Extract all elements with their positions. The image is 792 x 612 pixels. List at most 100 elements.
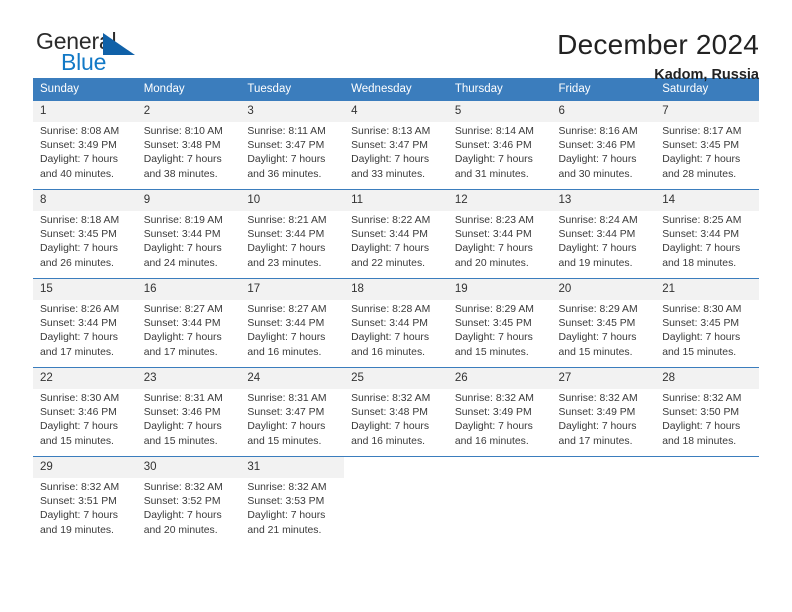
sunset-text: Sunset: 3:44 PM [143, 318, 221, 330]
sunset-text: Sunset: 3:44 PM [558, 229, 636, 241]
weekday-header-sunday: Sunday [33, 78, 137, 101]
day-details: Sunrise: 8:32 AM Sunset: 3:51 PM Dayligh… [33, 478, 137, 538]
calendar-day-cell[interactable]: 16 Sunrise: 8:27 AM Sunset: 3:44 PM Dayl… [136, 278, 241, 368]
day-details: Sunrise: 8:32 AM Sunset: 3:53 PM Dayligh… [240, 478, 344, 538]
daylight-text-line1: Daylight: 7 hours [143, 332, 222, 344]
daylight-text-line2: and 17 minutes. [558, 435, 633, 447]
calendar-day-cell[interactable]: 3 Sunrise: 8:11 AM Sunset: 3:47 PM Dayli… [240, 101, 345, 190]
calendar-day-cell[interactable]: 10 Sunrise: 8:21 AM Sunset: 3:44 PM Dayl… [240, 189, 345, 279]
calendar-day-cell[interactable]: 2 Sunrise: 8:10 AM Sunset: 3:48 PM Dayli… [136, 101, 241, 190]
daylight-text-line1: Daylight: 7 hours [247, 154, 326, 166]
daylight-text-line2: and 36 minutes. [247, 168, 322, 180]
daylight-text-line2: and 18 minutes. [662, 435, 737, 447]
daylight-text-line2: and 15 minutes. [454, 346, 529, 358]
day-details: Sunrise: 8:21 AM Sunset: 3:44 PM Dayligh… [240, 211, 344, 271]
sunrise-text: Sunrise: 8:32 AM [40, 482, 120, 493]
calendar-page: General Blue December 2024 Kadom, Russia… [0, 0, 792, 612]
sunset-text: Sunset: 3:46 PM [40, 407, 117, 419]
daylight-text-line2: and 23 minutes. [247, 257, 322, 269]
sunset-text: Sunset: 3:47 PM [247, 407, 325, 419]
calendar-day-cell[interactable]: 14 Sunrise: 8:25 AM Sunset: 3:44 PM Dayl… [655, 189, 759, 279]
day-details: Sunrise: 8:24 AM Sunset: 3:44 PM Dayligh… [552, 211, 656, 271]
day-number: 8 [33, 190, 137, 211]
sunset-text: Sunset: 3:51 PM [40, 496, 117, 508]
day-details: Sunrise: 8:28 AM Sunset: 3:44 PM Dayligh… [344, 300, 448, 360]
sunrise-text: Sunrise: 8:18 AM [40, 215, 120, 226]
calendar-day-cell[interactable]: 7 Sunrise: 8:17 AM Sunset: 3:45 PM Dayli… [655, 101, 759, 190]
daylight-text-line1: Daylight: 7 hours [40, 421, 118, 433]
calendar-day-cell[interactable]: 6 Sunrise: 8:16 AM Sunset: 3:46 PM Dayli… [551, 101, 656, 190]
daylight-text-line1: Daylight: 7 hours [662, 243, 741, 255]
calendar-day-cell[interactable]: 19 Sunrise: 8:29 AM Sunset: 3:45 PM Dayl… [447, 278, 552, 368]
day-number: 25 [344, 368, 448, 389]
sunrise-text: Sunrise: 8:32 AM [558, 393, 638, 404]
calendar-day-cell[interactable]: 25 Sunrise: 8:32 AM Sunset: 3:48 PM Dayl… [344, 367, 448, 457]
calendar-day-cell[interactable]: 22 Sunrise: 8:30 AM Sunset: 3:46 PM Dayl… [33, 367, 137, 457]
day-details: Sunrise: 8:17 AM Sunset: 3:45 PM Dayligh… [655, 122, 759, 182]
sunrise-text: Sunrise: 8:27 AM [247, 304, 327, 315]
calendar-day-cell[interactable]: 12 Sunrise: 8:23 AM Sunset: 3:44 PM Dayl… [447, 189, 552, 279]
sunrise-text: Sunrise: 8:26 AM [40, 304, 120, 315]
calendar-day-cell[interactable]: 23 Sunrise: 8:31 AM Sunset: 3:46 PM Dayl… [136, 367, 241, 457]
daylight-text-line1: Daylight: 7 hours [247, 243, 326, 255]
calendar-day-cell[interactable]: 11 Sunrise: 8:22 AM Sunset: 3:44 PM Dayl… [344, 189, 448, 279]
calendar-day-cell[interactable]: 21 Sunrise: 8:30 AM Sunset: 3:45 PM Dayl… [655, 278, 759, 368]
brand-logo[interactable]: General Blue [33, 28, 183, 80]
daylight-text-line2: and 15 minutes. [143, 435, 218, 447]
day-details: Sunrise: 8:32 AM Sunset: 3:49 PM Dayligh… [448, 389, 552, 449]
sunset-text: Sunset: 3:44 PM [143, 229, 221, 241]
daylight-text-line1: Daylight: 7 hours [143, 421, 222, 433]
calendar-day-cell[interactable]: 27 Sunrise: 8:32 AM Sunset: 3:49 PM Dayl… [551, 367, 656, 457]
day-details: Sunrise: 8:18 AM Sunset: 3:45 PM Dayligh… [33, 211, 137, 271]
sunrise-text: Sunrise: 8:14 AM [454, 126, 534, 137]
calendar-day-cell[interactable]: 15 Sunrise: 8:26 AM Sunset: 3:44 PM Dayl… [33, 278, 137, 368]
calendar-day-cell[interactable]: 17 Sunrise: 8:27 AM Sunset: 3:44 PM Dayl… [240, 278, 345, 368]
day-details: Sunrise: 8:29 AM Sunset: 3:45 PM Dayligh… [448, 300, 552, 360]
calendar-day-cell[interactable]: 31 Sunrise: 8:32 AM Sunset: 3:53 PM Dayl… [240, 456, 345, 545]
sunrise-text: Sunrise: 8:32 AM [351, 393, 431, 404]
sunset-text: Sunset: 3:45 PM [40, 229, 117, 241]
daylight-text-line2: and 40 minutes. [40, 168, 114, 180]
calendar-day-cell[interactable]: 24 Sunrise: 8:31 AM Sunset: 3:47 PM Dayl… [240, 367, 345, 457]
sunset-text: Sunset: 3:44 PM [247, 318, 325, 330]
daylight-text-line1: Daylight: 7 hours [454, 332, 533, 344]
calendar-day-cell[interactable]: 29 Sunrise: 8:32 AM Sunset: 3:51 PM Dayl… [33, 456, 137, 545]
calendar-day-cell[interactable]: 18 Sunrise: 8:28 AM Sunset: 3:44 PM Dayl… [344, 278, 448, 368]
daylight-text-line2: and 20 minutes. [454, 257, 529, 269]
calendar-day-cell[interactable]: 5 Sunrise: 8:14 AM Sunset: 3:46 PM Dayli… [447, 101, 552, 190]
calendar-day-cell[interactable]: 4 Sunrise: 8:13 AM Sunset: 3:47 PM Dayli… [344, 101, 448, 190]
daylight-text-line2: and 21 minutes. [247, 524, 322, 536]
sunset-text: Sunset: 3:49 PM [454, 407, 532, 419]
sunrise-text: Sunrise: 8:21 AM [247, 215, 327, 226]
sunrise-text: Sunrise: 8:13 AM [351, 126, 431, 137]
daylight-text-line2: and 30 minutes. [558, 168, 633, 180]
daylight-text-line2: and 17 minutes. [143, 346, 218, 358]
day-number: 27 [551, 368, 656, 389]
sunrise-text: Sunrise: 8:32 AM [662, 393, 742, 404]
day-number: 22 [33, 368, 137, 389]
sunrise-text: Sunrise: 8:24 AM [558, 215, 638, 226]
weekday-header-monday: Monday [136, 78, 241, 101]
calendar-day-cell[interactable]: 28 Sunrise: 8:32 AM Sunset: 3:50 PM Dayl… [655, 367, 759, 457]
title-block: December 2024 Kadom, Russia [557, 28, 759, 85]
calendar-day-cell[interactable]: 26 Sunrise: 8:32 AM Sunset: 3:49 PM Dayl… [447, 367, 552, 457]
daylight-text-line2: and 33 minutes. [351, 168, 426, 180]
sunset-text: Sunset: 3:44 PM [351, 318, 428, 330]
day-number: 20 [551, 279, 656, 300]
calendar-day-cell[interactable]: 13 Sunrise: 8:24 AM Sunset: 3:44 PM Dayl… [551, 189, 656, 279]
sunset-text: Sunset: 3:48 PM [351, 407, 428, 419]
sunset-text: Sunset: 3:44 PM [247, 229, 325, 241]
calendar-body: 1 Sunrise: 8:08 AM Sunset: 3:49 PM Dayli… [33, 101, 759, 545]
sunset-text: Sunset: 3:49 PM [40, 140, 117, 152]
day-details: Sunrise: 8:26 AM Sunset: 3:44 PM Dayligh… [33, 300, 137, 360]
calendar-day-cell[interactable]: 8 Sunrise: 8:18 AM Sunset: 3:45 PM Dayli… [33, 189, 137, 279]
calendar-day-cell[interactable]: 30 Sunrise: 8:32 AM Sunset: 3:52 PM Dayl… [136, 456, 241, 545]
calendar-day-cell[interactable]: 9 Sunrise: 8:19 AM Sunset: 3:44 PM Dayli… [136, 189, 241, 279]
calendar-day-cell[interactable]: 20 Sunrise: 8:29 AM Sunset: 3:45 PM Dayl… [551, 278, 656, 368]
day-details: Sunrise: 8:19 AM Sunset: 3:44 PM Dayligh… [137, 211, 241, 271]
day-number: 23 [136, 368, 241, 389]
day-number [655, 457, 759, 464]
daylight-text-line1: Daylight: 7 hours [558, 154, 637, 166]
calendar-day-cell[interactable]: 1 Sunrise: 8:08 AM Sunset: 3:49 PM Dayli… [33, 101, 137, 190]
day-number: 24 [240, 368, 345, 389]
